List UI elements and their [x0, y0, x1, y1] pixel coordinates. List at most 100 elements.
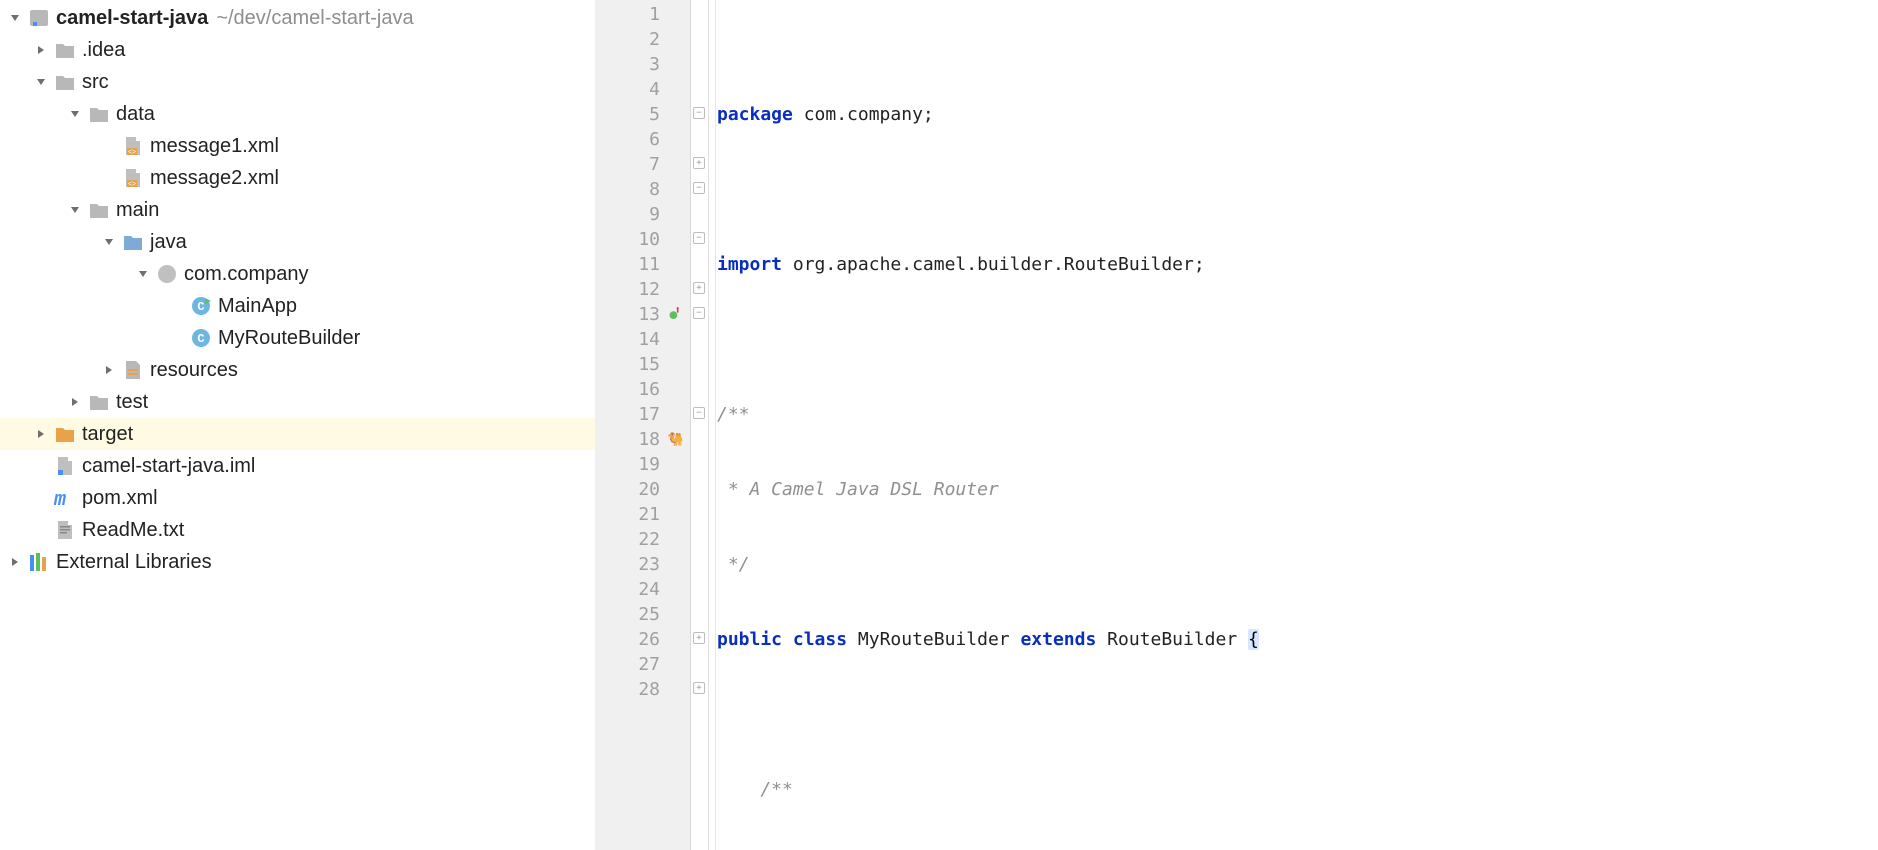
fold-toggle-icon[interactable]: − — [693, 182, 705, 194]
chevron-right-icon[interactable] — [32, 41, 50, 59]
line-number[interactable]: 9 — [595, 202, 660, 227]
line-number[interactable]: 24 — [595, 577, 660, 602]
code-line[interactable]: import org.apache.camel.builder.RouteBui… — [717, 252, 1878, 277]
tree-root-label: camel-start-java — [56, 7, 208, 30]
code-line[interactable] — [717, 702, 1878, 727]
line-number-gutter[interactable]: 1 2 3 4 5 6 7 8 9 10 11 12 13●⬆ 14 15 16… — [595, 0, 691, 850]
chevron-down-icon[interactable] — [100, 233, 118, 251]
fold-gutter[interactable]: − + − − + − − + + — [691, 0, 709, 850]
source-folder-icon — [122, 231, 144, 253]
runnable-class-icon — [190, 295, 212, 317]
chevron-down-icon[interactable] — [134, 265, 152, 283]
line-number[interactable]: 14 — [595, 327, 660, 352]
tree-item-main[interactable]: main — [0, 194, 595, 226]
project-tree[interactable]: camel-start-java ~/dev/camel-start-java … — [0, 0, 595, 850]
fold-toggle-icon[interactable]: − — [693, 307, 705, 319]
tree-item-idea[interactable]: .idea — [0, 34, 595, 66]
line-number[interactable]: 28 — [595, 677, 660, 702]
tree-item-mainapp[interactable]: MainApp — [0, 290, 595, 322]
excluded-folder-icon — [54, 423, 76, 445]
code-line[interactable]: * A Camel Java DSL Router — [717, 477, 1878, 502]
line-number[interactable]: 20 — [595, 477, 660, 502]
folder-icon — [54, 39, 76, 61]
xml-file-icon: <> — [122, 135, 144, 157]
tree-root[interactable]: camel-start-java ~/dev/camel-start-java — [0, 2, 595, 34]
code-editor[interactable]: 1 2 3 4 5 6 7 8 9 10 11 12 13●⬆ 14 15 16… — [595, 0, 1878, 850]
camel-route-icon[interactable]: 🐫 — [668, 427, 684, 452]
line-number[interactable]: 4 — [595, 77, 660, 102]
tree-item-iml[interactable]: camel-start-java.iml — [0, 450, 595, 482]
tree-item-message2[interactable]: <> message2.xml — [0, 162, 595, 194]
line-number[interactable]: 13●⬆ — [595, 302, 660, 327]
libraries-icon — [28, 551, 50, 573]
line-number[interactable]: 22 — [595, 527, 660, 552]
code-line[interactable] — [717, 327, 1878, 352]
xml-file-icon: <> — [122, 167, 144, 189]
fold-toggle-icon[interactable]: + — [693, 682, 705, 694]
svg-text:<>: <> — [128, 181, 136, 188]
fold-toggle-icon[interactable]: + — [693, 282, 705, 294]
line-number[interactable]: 17 — [595, 402, 660, 427]
tree-item-java[interactable]: java — [0, 226, 595, 258]
chevron-down-icon[interactable] — [66, 201, 84, 219]
tree-item-external-libraries[interactable]: External Libraries — [0, 546, 595, 578]
iml-file-icon — [54, 455, 76, 477]
line-number[interactable]: 21 — [595, 502, 660, 527]
resources-folder-icon — [122, 359, 144, 381]
chevron-right-icon[interactable] — [66, 393, 84, 411]
line-number[interactable]: 18🐫 — [595, 427, 660, 452]
class-icon — [190, 327, 212, 349]
line-number[interactable]: 26 — [595, 627, 660, 652]
tree-item-resources[interactable]: resources — [0, 354, 595, 386]
line-number[interactable]: 27 — [595, 652, 660, 677]
line-number[interactable]: 3 — [595, 52, 660, 77]
chevron-down-icon[interactable] — [32, 73, 50, 91]
line-number[interactable]: 15 — [595, 352, 660, 377]
line-number[interactable]: 1 — [595, 2, 660, 27]
code-line[interactable]: package com.company; — [717, 102, 1878, 127]
line-number[interactable]: 10 — [595, 227, 660, 252]
line-number[interactable]: 5 — [595, 102, 660, 127]
override-marker-icon[interactable]: ●⬆ — [670, 302, 684, 327]
tree-item-data[interactable]: data — [0, 98, 595, 130]
module-icon — [28, 7, 50, 29]
line-number[interactable]: 11 — [595, 252, 660, 277]
code-line[interactable]: public class MyRouteBuilder extends Rout… — [717, 627, 1878, 652]
line-number[interactable]: 23 — [595, 552, 660, 577]
chevron-down-icon[interactable] — [66, 105, 84, 123]
tree-item-readme[interactable]: ReadMe.txt — [0, 514, 595, 546]
folder-icon — [88, 199, 110, 221]
code-line[interactable] — [717, 177, 1878, 202]
tree-item-routebuilder[interactable]: MyRouteBuilder — [0, 322, 595, 354]
tree-item-message1[interactable]: <> message1.xml — [0, 130, 595, 162]
fold-toggle-icon[interactable]: + — [693, 632, 705, 644]
line-number[interactable]: 2 — [595, 27, 660, 52]
fold-toggle-icon[interactable]: + — [693, 157, 705, 169]
tree-item-package[interactable]: com.company — [0, 258, 595, 290]
line-number[interactable]: 7 — [595, 152, 660, 177]
fold-toggle-icon[interactable]: − — [693, 407, 705, 419]
maven-icon — [54, 487, 76, 509]
fold-toggle-icon[interactable]: − — [693, 107, 705, 119]
tree-item-pom[interactable]: pom.xml — [0, 482, 595, 514]
line-number[interactable]: 19 — [595, 452, 660, 477]
text-file-icon — [54, 519, 76, 541]
tree-item-target[interactable]: target — [0, 418, 595, 450]
tree-item-src[interactable]: src — [0, 66, 595, 98]
chevron-right-icon[interactable] — [32, 425, 50, 443]
folder-icon — [88, 391, 110, 413]
line-number[interactable]: 16 — [595, 377, 660, 402]
line-number[interactable]: 8 — [595, 177, 660, 202]
fold-toggle-icon[interactable]: − — [693, 232, 705, 244]
code-line[interactable]: */ — [717, 552, 1878, 577]
chevron-down-icon[interactable] — [6, 9, 24, 27]
tree-item-test[interactable]: test — [0, 386, 595, 418]
code-line[interactable]: /** — [717, 402, 1878, 427]
chevron-right-icon[interactable] — [100, 361, 118, 379]
chevron-right-icon[interactable] — [6, 553, 24, 571]
line-number[interactable]: 12 — [595, 277, 660, 302]
code-line[interactable]: /** — [717, 777, 1878, 802]
line-number[interactable]: 6 — [595, 127, 660, 152]
code-area[interactable]: package com.company; import org.apache.c… — [709, 0, 1878, 850]
line-number[interactable]: 25 — [595, 602, 660, 627]
